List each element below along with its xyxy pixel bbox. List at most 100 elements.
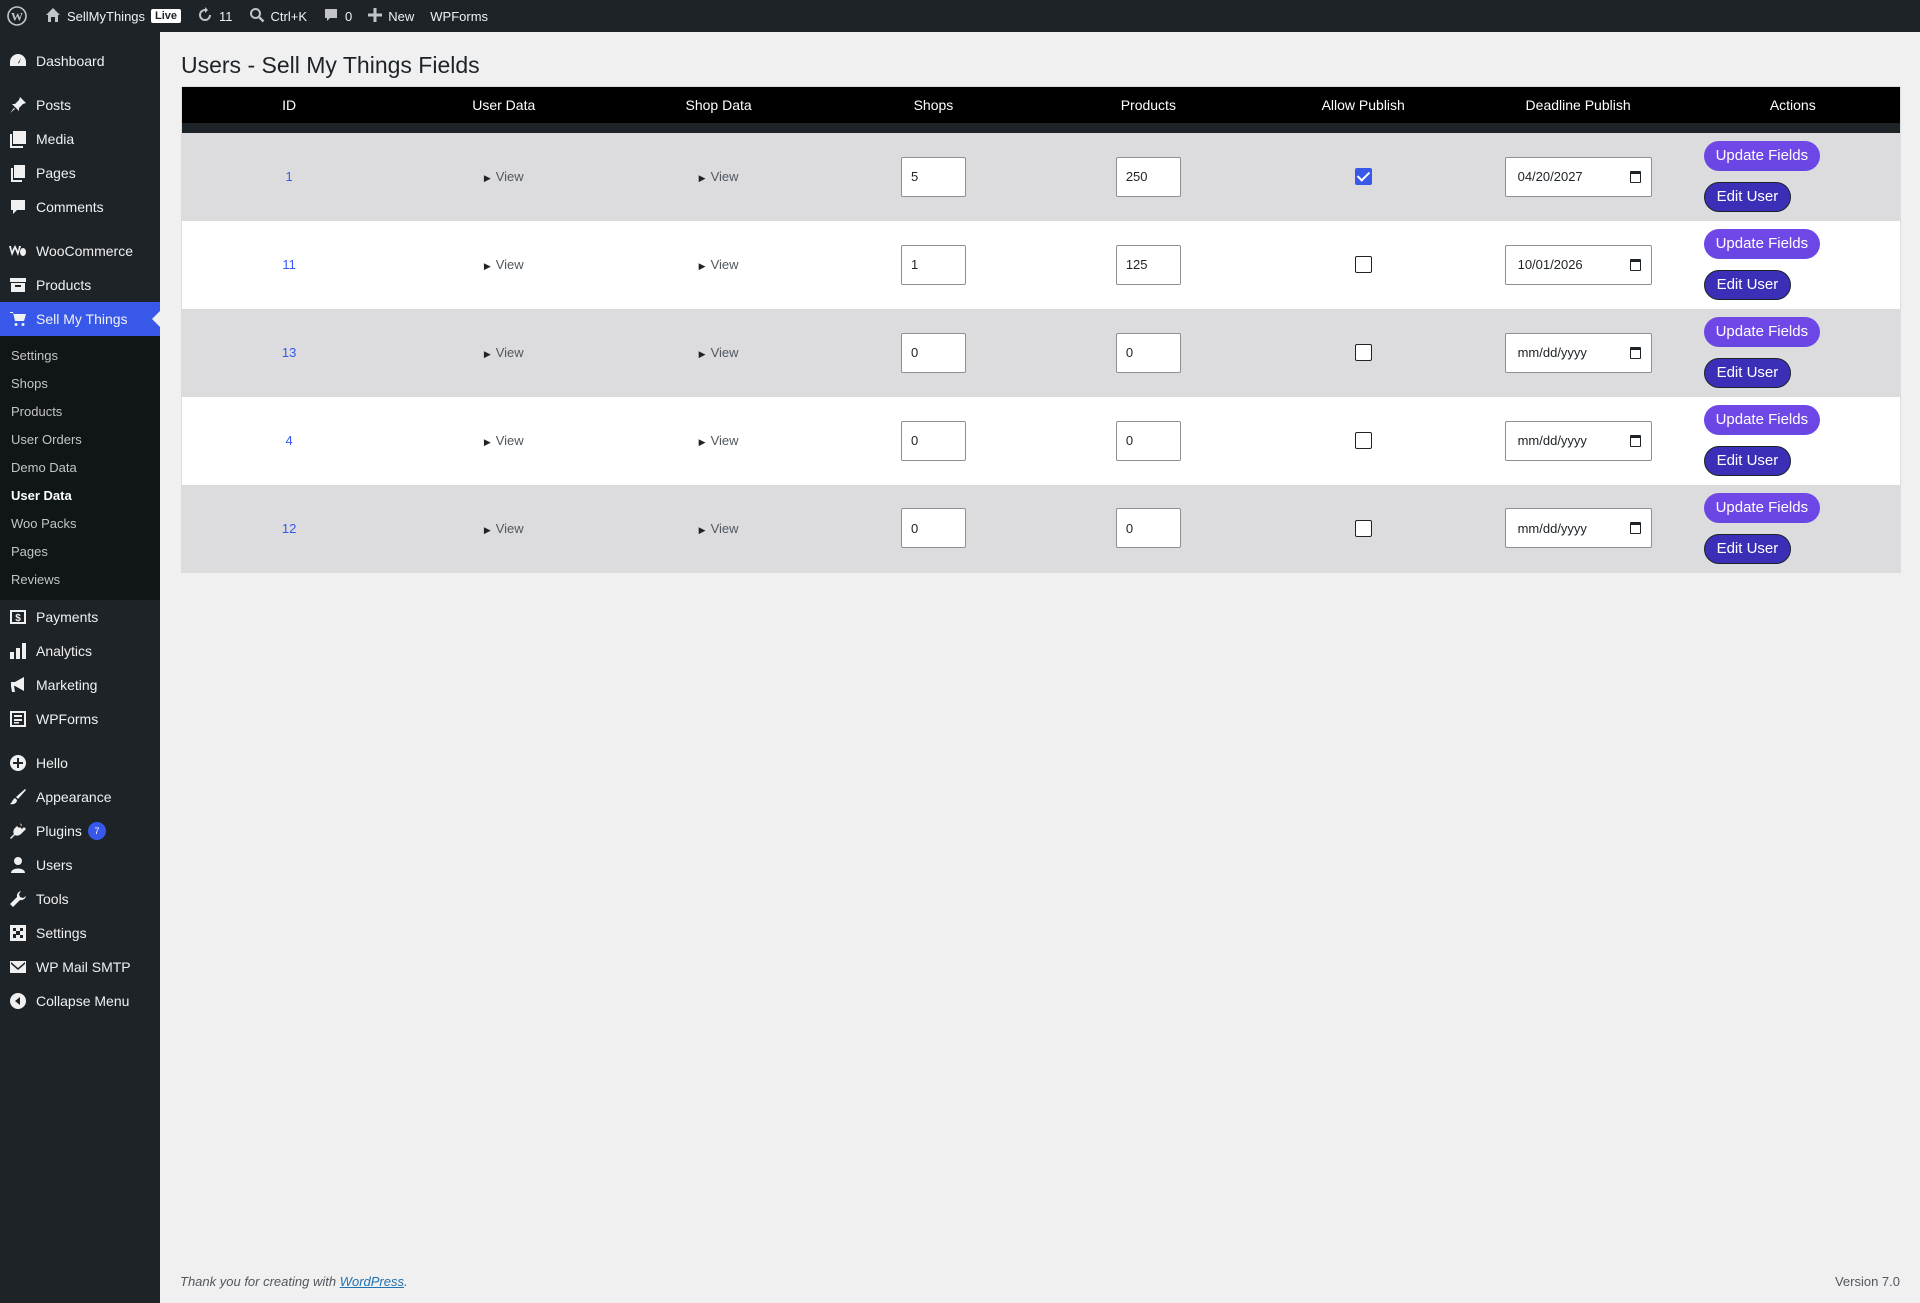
table-row: 1 ▶ View ▶ View 04/20/2027 Update Fields Ed… [181,132,1901,221]
allow-publish-checkbox[interactable] [1354,432,1372,450]
submenu-reviews[interactable]: Reviews [0,566,160,594]
user-id-link[interactable]: 1 [286,169,293,184]
edit-user-button[interactable]: Edit User [1703,182,1792,212]
shops-input[interactable] [900,244,966,285]
updates-link[interactable]: 11 [189,0,241,32]
footer-version: Version 7.0 [1834,1274,1900,1289]
user-id-link[interactable]: 4 [286,433,293,448]
wordpress-link[interactable]: WordPress [340,1274,404,1289]
update-fields-button[interactable]: Update Fields [1703,405,1821,435]
user-id-link[interactable]: 12 [282,521,296,536]
menu-collapse[interactable]: Collapse Menu [0,984,160,1018]
update-fields-button[interactable]: Update Fields [1703,229,1821,259]
edit-user-button[interactable]: Edit User [1703,358,1792,388]
menu-users[interactable]: Users [0,848,160,882]
products-input[interactable] [1115,156,1181,197]
shop-data-view-toggle[interactable]: ▶ View [699,345,739,360]
submenu-user-data[interactable]: User Data [0,482,160,510]
menu-comments[interactable]: Comments [0,190,160,224]
submenu-pages[interactable]: Pages [0,538,160,566]
products-input[interactable] [1115,244,1181,285]
header-shop-data: Shop Data [611,86,827,123]
shops-input[interactable] [900,156,966,197]
media-icon [8,129,28,149]
calendar-icon[interactable] [1629,434,1641,447]
update-fields-button[interactable]: Update Fields [1703,317,1821,347]
menu-wpforms[interactable]: WPForms [0,702,160,736]
menu-dashboard[interactable]: Dashboard [0,44,160,78]
products-input[interactable] [1115,420,1181,461]
products-input[interactable] [1115,332,1181,373]
submenu-woo-packs[interactable]: Woo Packs [0,510,160,538]
update-fields-button[interactable]: Update Fields [1703,141,1821,171]
menu-marketing[interactable]: Marketing [0,668,160,702]
user-id-link[interactable]: 11 [282,257,296,272]
triangle-right-icon: ▶ [698,349,706,359]
submenu-products[interactable]: Products [0,398,160,426]
user-id-link[interactable]: 13 [282,345,296,360]
settings-icon [8,923,28,943]
user-data-view-toggle[interactable]: ▶ View [484,257,524,272]
menu-label: Analytics [36,643,93,659]
menu-tools[interactable]: Tools [0,882,160,916]
menu-analytics[interactable]: Analytics [0,634,160,668]
deadline-date-input[interactable]: mm/dd/yyyy [1504,420,1652,461]
user-data-view-toggle[interactable]: ▶ View [484,345,524,360]
edit-user-button[interactable]: Edit User [1703,446,1792,476]
menu-wp-mail-smtp[interactable]: WP Mail SMTP [0,950,160,984]
deadline-date-input[interactable]: mm/dd/yyyy [1504,332,1652,373]
menu-media[interactable]: Media [0,122,160,156]
allow-publish-checkbox[interactable] [1354,344,1372,362]
wpforms-link[interactable]: WPForms [422,0,496,32]
user-data-view-toggle[interactable]: ▶ View [484,169,524,184]
comments-link[interactable]: 0 [315,0,360,32]
shop-data-view-toggle[interactable]: ▶ View [699,257,739,272]
submenu-settings[interactable]: Settings [0,342,160,370]
menu-pages[interactable]: Pages [0,156,160,190]
deadline-date-input[interactable]: 04/20/2027 [1504,156,1652,197]
deadline-date-input[interactable]: mm/dd/yyyy [1504,508,1652,549]
wpforms-label: WPForms [430,8,489,24]
edit-user-button[interactable]: Edit User [1703,533,1792,564]
menu-label: Pages [36,165,76,181]
menu-woocommerce[interactable]: WooCommerce [0,234,160,268]
menu-appearance[interactable]: Appearance [0,780,160,814]
allow-publish-checkbox[interactable] [1354,519,1372,537]
user-data-view-toggle[interactable]: ▶ View [484,521,524,536]
update-fields-button[interactable]: Update Fields [1703,492,1821,523]
products-input[interactable] [1115,508,1181,549]
header-deadline-publish: Deadline Publish [1470,86,1686,123]
calendar-icon[interactable] [1629,346,1641,359]
submenu-shops[interactable]: Shops [0,370,160,398]
command-palette-link[interactable]: Ctrl+K [241,0,315,32]
allow-publish-checkbox[interactable] [1354,168,1372,186]
wrench-icon [8,889,28,909]
calendar-icon[interactable] [1629,258,1641,271]
user-data-view-toggle[interactable]: ▶ View [484,433,524,448]
edit-user-button[interactable]: Edit User [1703,270,1792,300]
new-content-link[interactable]: New [360,0,422,32]
menu-plugins[interactable]: Plugins 7 [0,814,160,848]
calendar-icon[interactable] [1629,522,1641,535]
wordpress-logo-icon[interactable]: W [0,0,37,32]
menu-settings[interactable]: Settings [0,916,160,950]
shops-input[interactable] [900,508,966,549]
submenu-user-orders[interactable]: User Orders [0,426,160,454]
menu-hello[interactable]: Hello [0,746,160,780]
shop-data-view-toggle[interactable]: ▶ View [699,521,739,536]
menu-products[interactable]: Products [0,268,160,302]
shops-input[interactable] [900,420,966,461]
triangle-right-icon: ▶ [698,524,706,535]
shop-data-view-toggle[interactable]: ▶ View [699,169,739,184]
calendar-icon[interactable] [1629,170,1641,183]
shop-data-view-toggle[interactable]: ▶ View [699,433,739,448]
submenu-demo-data[interactable]: Demo Data [0,454,160,482]
allow-publish-checkbox[interactable] [1354,256,1372,274]
menu-payments[interactable]: $ Payments [0,600,160,634]
shops-input[interactable] [900,332,966,373]
menu-sell-my-things[interactable]: Sell My Things [0,302,160,336]
menu-posts[interactable]: Posts [0,88,160,122]
site-name-link[interactable]: SellMyThings Live [37,0,189,32]
deadline-date-input[interactable]: 10/01/2026 [1504,244,1652,285]
sell-my-things-submenu: Settings Shops Products User Orders Demo… [0,336,160,600]
